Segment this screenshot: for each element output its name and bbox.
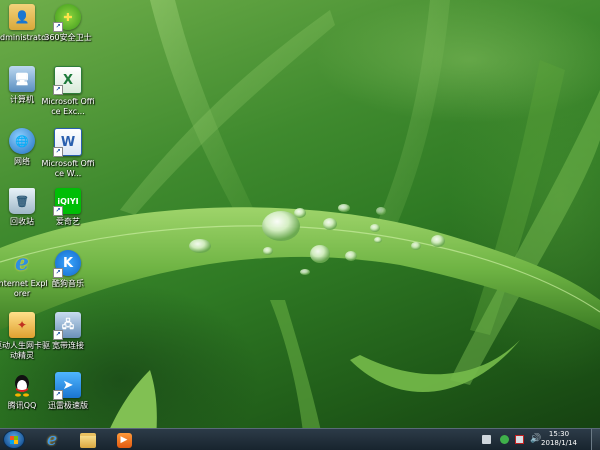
recycle-bin-icon: 🗑 [9,188,35,214]
computer-icon: 🖥 [9,66,35,92]
shortcut-arrow-icon: ↗ [53,390,63,400]
file-explorer-icon [80,432,96,448]
taskbar-internet-explorer[interactable]: e [38,431,66,449]
internet-explorer-icon: e [46,429,58,450]
desktop-icon-label: 迅雷极速版 [48,401,88,410]
desktop-icon-kugou[interactable]: K ↗ 酷狗音乐 [40,250,96,308]
show-desktop-button[interactable] [591,429,600,450]
word-icon: W ↗ [53,128,82,157]
desktop-icon-excel[interactable]: X ↗ Microsoft Office Exc... [40,66,96,124]
user-folder-icon: 👤 [9,4,35,30]
network-icon: 🌐 [9,128,35,154]
360-security-icon: ✚ ↗ [53,4,81,32]
desktop-icon-xunlei[interactable]: ➤ ↗ 迅雷极速版 [40,372,96,430]
keyboard-icon[interactable] [482,435,491,444]
kugou-icon: K ↗ [53,250,81,278]
desktop-icon-360[interactable]: ✚ ↗ 360安全卫士 [40,4,96,62]
shortcut-arrow-icon: ↗ [53,147,63,157]
taskbar-media-player[interactable]: ▶ [110,431,138,449]
network-tray-icon[interactable] [515,435,524,444]
desktop-icon-iqiyi[interactable]: iQIYI ↗ 爱奇艺 [40,188,96,246]
broadband-icon: 🖧 ↗ [53,312,81,340]
shortcut-arrow-icon: ↗ [53,22,63,32]
taskbar: e ▶ 🔊 15:30 2018/1/14 [0,428,600,450]
desktop-icon-broadband[interactable]: 🖧 ↗ 宽带连接 [40,312,96,370]
security-icon[interactable] [500,435,509,444]
driver-icon: ✦ [9,312,35,338]
desktop-icon-label: Microsoft Office Exc... [41,97,95,116]
desktop-icon-label: 360安全卫士 [44,33,92,42]
iqiyi-icon: iQIYI ↗ [53,188,81,216]
start-button[interactable] [3,430,25,449]
shortcut-arrow-icon: ↗ [53,85,63,95]
clock-date: 2018/1/14 [541,439,577,447]
internet-explorer-icon: e [15,250,29,276]
shortcut-arrow-icon: ↗ [53,330,63,340]
clock[interactable]: 15:30 2018/1/14 [534,430,584,448]
excel-icon: X ↗ [53,66,82,95]
desktop-icon-label: 酷狗音乐 [52,279,84,288]
shortcut-arrow-icon: ↗ [53,268,63,278]
media-player-icon: ▶ [116,432,132,448]
shortcut-arrow-icon: ↗ [53,206,63,216]
desktop[interactable]: 👤 Administrator ✚ ↗ 360安全卫士 🖥 计算机 X ↗ Mi… [0,0,600,450]
qq-icon [9,372,35,398]
clock-time: 15:30 [548,430,570,438]
desktop-icon-label: 爱奇艺 [56,217,80,226]
desktop-icon-word[interactable]: W ↗ Microsoft Office W... [40,128,96,186]
desktop-icon-label: 宽带连接 [52,341,84,350]
desktop-icon-label: Microsoft Office W... [41,159,95,178]
taskbar-file-explorer[interactable] [74,431,102,449]
xunlei-icon: ➤ ↗ [53,372,81,400]
